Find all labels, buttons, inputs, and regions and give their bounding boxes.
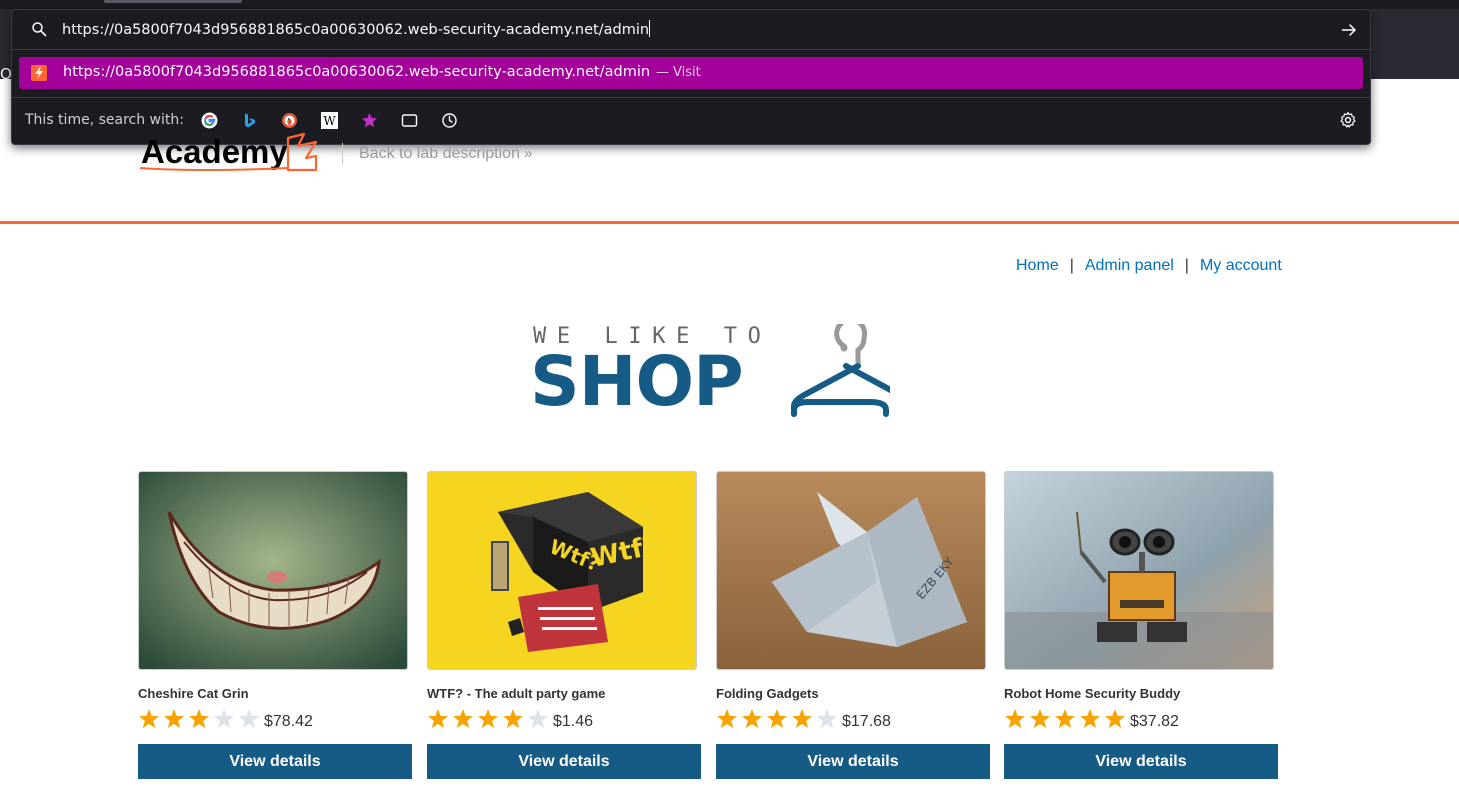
star-empty-icon [214, 709, 234, 728]
star-filled-icon [717, 709, 737, 728]
nav-my-account-link[interactable]: My account [1200, 257, 1282, 274]
search-with-label: This time, search with: [25, 112, 184, 128]
product-price: $37.82 [1130, 713, 1179, 730]
product-price: $1.46 [553, 713, 594, 730]
nav-separator: | [1069, 257, 1074, 274]
star-filled-icon [1030, 709, 1050, 728]
star-empty-icon [528, 709, 548, 728]
shop-logo: WE LIKE TO SHOP [530, 324, 890, 422]
view-details-button[interactable]: View details [716, 744, 990, 779]
view-details-button[interactable]: View details [427, 744, 701, 779]
urlbar-result-visit[interactable]: https://0a5800f7043d956881865c0a00630062… [19, 57, 1363, 89]
product-rating [716, 708, 841, 730]
academy-logo[interactable]: Academy [138, 130, 328, 175]
star-filled-icon [139, 709, 159, 728]
text-caret [649, 20, 651, 37]
star-filled-icon [453, 709, 473, 728]
product-rating [427, 708, 552, 730]
star-empty-icon [239, 709, 259, 728]
star-filled-icon [164, 709, 184, 728]
clothes-hanger-icon [791, 324, 890, 417]
star-filled-icon [1105, 709, 1125, 728]
product-rating [138, 708, 263, 730]
product-price: $17.68 [842, 713, 891, 730]
view-details-button[interactable]: View details [138, 744, 412, 779]
lightning-icon [35, 67, 43, 79]
star-empty-icon [817, 709, 837, 728]
product-name: Robot Home Security Buddy [1004, 686, 1181, 701]
product-price: $78.42 [264, 713, 313, 730]
gear-icon[interactable] [1339, 111, 1357, 129]
header-divider [342, 143, 343, 165]
academy-logo-text: Academy [141, 133, 288, 170]
product-image-cheshire [138, 471, 408, 670]
back-to-lab-label: Back to lab description [359, 145, 520, 162]
urlbar-divider-2 [12, 97, 1370, 98]
star-filled-icon [503, 709, 523, 728]
urlbar-input-row[interactable]: https://0a5800f7043d956881865c0a00630062… [12, 10, 1370, 49]
star-filled-icon [478, 709, 498, 728]
urlbar-divider [12, 49, 1370, 50]
svg-text:W: W [323, 114, 336, 128]
nav-admin-panel-link[interactable]: Admin panel [1085, 257, 1174, 274]
product-name: Cheshire Cat Grin [138, 686, 249, 701]
product-name: Folding Gadgets [716, 686, 819, 701]
back-to-lab-link[interactable]: Back to lab description» [359, 145, 532, 163]
nav-separator: | [1184, 257, 1189, 274]
wikipedia-icon[interactable]: W [321, 112, 338, 129]
urlbar-dropdown: https://0a5800f7043d956881865c0a00630062… [11, 9, 1371, 145]
product-rating [1004, 708, 1129, 730]
shop-logo-word: SHOP [530, 342, 744, 422]
go-arrow-icon[interactable] [1341, 22, 1357, 38]
product-image-wtf-game: Wtf? Wtf? [427, 471, 697, 670]
product-image-folding-gadgets: EZB EKY [716, 471, 986, 670]
duckduckgo-icon[interactable] [281, 112, 298, 129]
active-tab-indicator [104, 0, 242, 3]
product-name: WTF? - The adult party game [427, 686, 606, 701]
urlbar-input-text: https://0a5800f7043d956881865c0a00630062… [62, 22, 650, 38]
urlbar-input[interactable]: https://0a5800f7043d956881865c0a00630062… [62, 20, 651, 38]
result-url: https://0a5800f7043d956881865c0a00630062… [63, 64, 651, 80]
chevron-right-icon: » [523, 145, 533, 162]
search-icon [32, 22, 47, 37]
bing-icon[interactable] [241, 112, 258, 129]
result-action: Visit [673, 65, 701, 80]
bookmarks-icon[interactable] [361, 112, 378, 129]
result-separator: — [656, 65, 670, 80]
urlbar-result-text: https://0a5800f7043d956881865c0a00630062… [63, 64, 701, 80]
star-filled-icon [1005, 709, 1025, 728]
star-filled-icon [742, 709, 762, 728]
star-filled-icon [1055, 709, 1075, 728]
header-orange-rule [0, 221, 1459, 224]
view-details-button[interactable]: View details [1004, 744, 1278, 779]
history-icon[interactable] [441, 112, 458, 129]
star-filled-icon [428, 709, 448, 728]
star-filled-icon [1080, 709, 1100, 728]
tabs-icon[interactable] [401, 112, 418, 129]
top-navigation: Home | Admin panel | My account [1016, 257, 1282, 275]
star-filled-icon [767, 709, 787, 728]
star-filled-icon [792, 709, 812, 728]
product-image-robot-buddy [1004, 471, 1274, 670]
nav-home-link[interactable]: Home [1016, 257, 1059, 274]
google-icon[interactable] [201, 112, 218, 129]
star-filled-icon [189, 709, 209, 728]
burp-academy-favicon [31, 65, 47, 81]
browser-tabstrip [0, 0, 1459, 9]
